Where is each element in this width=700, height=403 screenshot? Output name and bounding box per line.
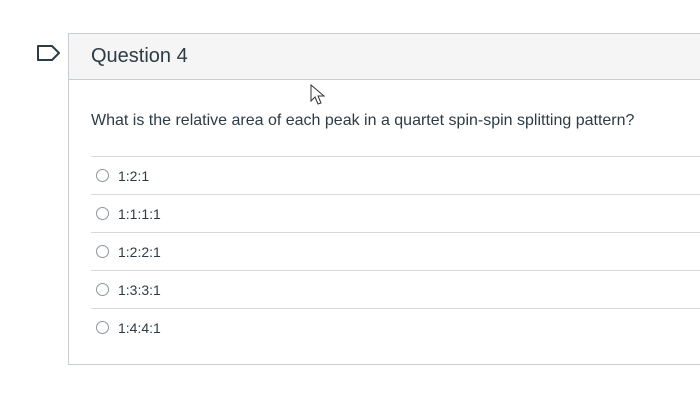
answer-label: 1:2:1 <box>118 167 150 184</box>
answer-option-3[interactable]: 1:2:2:1 <box>91 232 700 270</box>
answer-option-4[interactable]: 1:3:3:1 <box>91 270 700 308</box>
mouse-pointer-icon <box>310 84 326 105</box>
answer-label: 1:3:3:1 <box>118 281 161 298</box>
question-card: Question 4 What is the relative area of … <box>68 33 700 365</box>
answer-option-1[interactable]: 1:2:1 <box>91 156 700 194</box>
radio-button[interactable] <box>96 321 109 334</box>
question-header: Question 4 <box>69 34 700 80</box>
radio-button[interactable] <box>96 169 109 182</box>
radio-button[interactable] <box>96 283 109 296</box>
answer-option-5[interactable]: 1:4:4:1 <box>91 308 700 346</box>
answer-label: 1:4:4:1 <box>118 319 161 336</box>
question-title: Question 4 <box>91 45 188 67</box>
answer-label: 1:2:2:1 <box>118 243 161 260</box>
radio-button[interactable] <box>96 245 109 258</box>
flag-question-icon[interactable] <box>36 44 62 62</box>
answer-list: 1:2:1 1:1:1:1 1:2:2:1 1:3:3:1 1:4:4:1 <box>91 156 700 346</box>
answer-label: 1:1:1:1 <box>118 205 161 222</box>
radio-button[interactable] <box>96 207 109 220</box>
question-text: What is the relative area of each peak i… <box>91 112 635 129</box>
answer-option-2[interactable]: 1:1:1:1 <box>91 194 700 232</box>
